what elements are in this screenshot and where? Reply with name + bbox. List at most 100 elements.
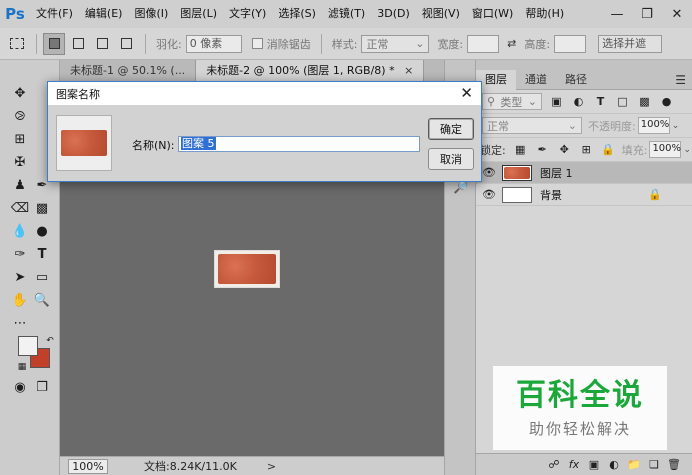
menu-select[interactable]: 选择(S) bbox=[272, 0, 322, 28]
menu-image[interactable]: 图像(I) bbox=[128, 0, 174, 28]
lock-icon[interactable]: 🔒 bbox=[648, 188, 662, 201]
divider bbox=[320, 33, 322, 54]
clone-stamp-icon[interactable]: ♟ bbox=[8, 174, 32, 196]
menu-type[interactable]: 文字(Y) bbox=[223, 0, 272, 28]
blur-tool-icon[interactable]: 💧 bbox=[8, 220, 32, 242]
type-tool-icon[interactable]: T bbox=[30, 243, 54, 265]
tab-channels[interactable]: 通道 bbox=[516, 70, 556, 90]
select-and-mask-button[interactable]: 选择并遮 bbox=[598, 34, 663, 53]
eye-icon[interactable]: 👁 bbox=[476, 188, 502, 201]
rectangle-tool-icon[interactable]: ▭ bbox=[30, 266, 54, 288]
intersect-selection-icon[interactable] bbox=[115, 33, 137, 55]
menu-filter[interactable]: 滤镜(T) bbox=[322, 0, 371, 28]
tab-layers[interactable]: 图层 bbox=[476, 70, 516, 90]
antialias-label: 消除锯齿 bbox=[266, 37, 311, 51]
quick-mask-icon[interactable]: ◉ bbox=[8, 376, 32, 398]
path-select-icon[interactable]: ➤ bbox=[8, 266, 32, 288]
add-mask-icon[interactable]: ▣ bbox=[584, 458, 604, 471]
minimize-icon[interactable]: — bbox=[602, 0, 632, 28]
move-tool-icon[interactable]: ✥ bbox=[8, 82, 32, 104]
link-layers-icon[interactable]: ☍ bbox=[544, 458, 564, 471]
menu-edit[interactable]: 编辑(E) bbox=[79, 0, 129, 28]
subtract-selection-icon[interactable] bbox=[91, 33, 113, 55]
screen-mode-icon[interactable]: ❐ bbox=[30, 376, 54, 398]
add-selection-icon[interactable] bbox=[67, 33, 89, 55]
filter-smart-object-icon[interactable]: ▩ bbox=[637, 94, 652, 109]
filter-image-icon[interactable]: ▣ bbox=[549, 94, 564, 109]
eraser-icon[interactable]: ⌫ bbox=[8, 197, 32, 219]
more-tools-icon[interactable]: ⋯ bbox=[8, 312, 32, 334]
divider bbox=[36, 33, 37, 54]
menu-file[interactable]: 文件(F) bbox=[30, 0, 79, 28]
layer-row[interactable]: 👁 图层 1 bbox=[476, 162, 692, 184]
brick-pattern bbox=[218, 254, 276, 284]
close-icon[interactable]: ✕ bbox=[662, 0, 692, 28]
menu-layer[interactable]: 图层(L) bbox=[174, 0, 223, 28]
options-bar: 羽化: 0 像素 消除锯齿 样式: 正常 ⌄ 宽度: ⇄ 高度: 选择并遮 bbox=[0, 28, 692, 60]
healing-brush-icon[interactable]: ✠ bbox=[8, 151, 32, 173]
ok-button[interactable]: 确定 bbox=[428, 118, 474, 140]
layer-row[interactable]: 👁 背景 🔒 bbox=[476, 184, 692, 206]
filter-toggle-icon[interactable]: ● bbox=[659, 94, 674, 109]
crop-tool-icon[interactable]: ⊞ bbox=[8, 128, 32, 150]
width-input[interactable] bbox=[467, 34, 500, 53]
new-layer-icon[interactable]: ❏ bbox=[644, 458, 664, 471]
swap-icon[interactable]: ⇄ bbox=[507, 37, 516, 50]
adjustment-layer-icon[interactable]: ◐ bbox=[604, 458, 624, 471]
panel-tabs: 图层 通道 路径 ☰ bbox=[476, 70, 692, 90]
chevron-down-icon: ⌄ bbox=[527, 95, 537, 108]
zoom-input[interactable]: 100% bbox=[68, 458, 108, 474]
tab-untitled-1[interactable]: 未标题-1 @ 50.1% (... bbox=[60, 60, 197, 82]
lock-position-icon[interactable]: ✥ bbox=[557, 142, 572, 157]
pen-tool-icon[interactable]: ✑ bbox=[8, 243, 32, 265]
close-icon[interactable]: × bbox=[404, 64, 413, 77]
lock-all-icon[interactable]: 🔒 bbox=[601, 142, 616, 157]
opacity-input[interactable]: 100% bbox=[637, 117, 670, 134]
feather-input[interactable]: 0 像素 bbox=[185, 34, 242, 53]
window-controls: — ❐ ✕ bbox=[602, 0, 692, 28]
layer-thumbnail bbox=[502, 164, 532, 181]
lock-artboard-icon[interactable]: ⊞ bbox=[579, 142, 594, 157]
filter-shape-icon[interactable]: □ bbox=[615, 94, 630, 109]
foreground-color-swatch[interactable] bbox=[18, 336, 38, 356]
trash-icon[interactable]: 🗑 bbox=[664, 458, 684, 471]
panel-menu-icon[interactable]: ☰ bbox=[675, 73, 686, 87]
restore-icon[interactable]: ❐ bbox=[632, 0, 662, 28]
lock-label: 锁定: bbox=[480, 143, 506, 157]
marquee-preset-icon[interactable] bbox=[6, 33, 28, 55]
menu-window[interactable]: 窗口(W) bbox=[466, 0, 519, 28]
panel-header-strip bbox=[476, 60, 692, 70]
lock-transparency-icon[interactable]: ▦ bbox=[513, 142, 528, 157]
filter-adjustment-icon[interactable]: ◐ bbox=[571, 94, 586, 109]
fx-icon[interactable]: fx bbox=[564, 458, 584, 471]
menu-help[interactable]: 帮助(H) bbox=[519, 0, 570, 28]
blend-mode-value: 正常 bbox=[487, 119, 509, 133]
pattern-name-input[interactable]: 图案 5 bbox=[178, 136, 420, 152]
filter-type-icon[interactable]: T bbox=[593, 94, 608, 109]
cancel-button[interactable]: 取消 bbox=[428, 148, 474, 170]
antialias-checkbox[interactable] bbox=[251, 38, 263, 49]
gradient-icon[interactable]: ▩ bbox=[30, 197, 54, 219]
menu-3d[interactable]: 3D(D) bbox=[371, 0, 416, 28]
dodge-tool-icon[interactable]: ● bbox=[30, 220, 54, 242]
lock-pixels-icon[interactable]: ✒ bbox=[535, 142, 550, 157]
status-menu-arrow[interactable]: > bbox=[267, 460, 276, 473]
new-group-icon[interactable]: 📁 bbox=[624, 458, 644, 471]
blend-mode-select[interactable]: 正常 ⌄ bbox=[482, 117, 582, 134]
layer-filter-select[interactable]: ⚲ 类型 ⌄ bbox=[482, 93, 542, 110]
height-input[interactable] bbox=[554, 34, 587, 53]
brick-pattern bbox=[61, 130, 107, 156]
style-select[interactable]: 正常 ⌄ bbox=[361, 34, 430, 53]
tab-paths[interactable]: 路径 bbox=[556, 70, 596, 90]
hand-tool-icon[interactable]: ✋ bbox=[8, 289, 32, 311]
lasso-tool-icon[interactable]: ⧁ bbox=[8, 105, 32, 127]
menu-view[interactable]: 视图(V) bbox=[416, 0, 466, 28]
close-icon[interactable]: ✕ bbox=[460, 84, 473, 102]
fill-input[interactable]: 100% bbox=[649, 141, 682, 158]
zoom-tool-icon[interactable]: 🔍 bbox=[30, 289, 54, 311]
chevron-down-icon[interactable]: ⌄ bbox=[683, 145, 691, 155]
tab-untitled-2[interactable]: 未标题-2 @ 100% (图层 1, RGB/8) * × bbox=[196, 60, 425, 82]
chevron-down-icon[interactable]: ⌄ bbox=[672, 121, 680, 131]
new-selection-icon[interactable] bbox=[43, 32, 65, 55]
pattern-preview bbox=[56, 115, 112, 171]
